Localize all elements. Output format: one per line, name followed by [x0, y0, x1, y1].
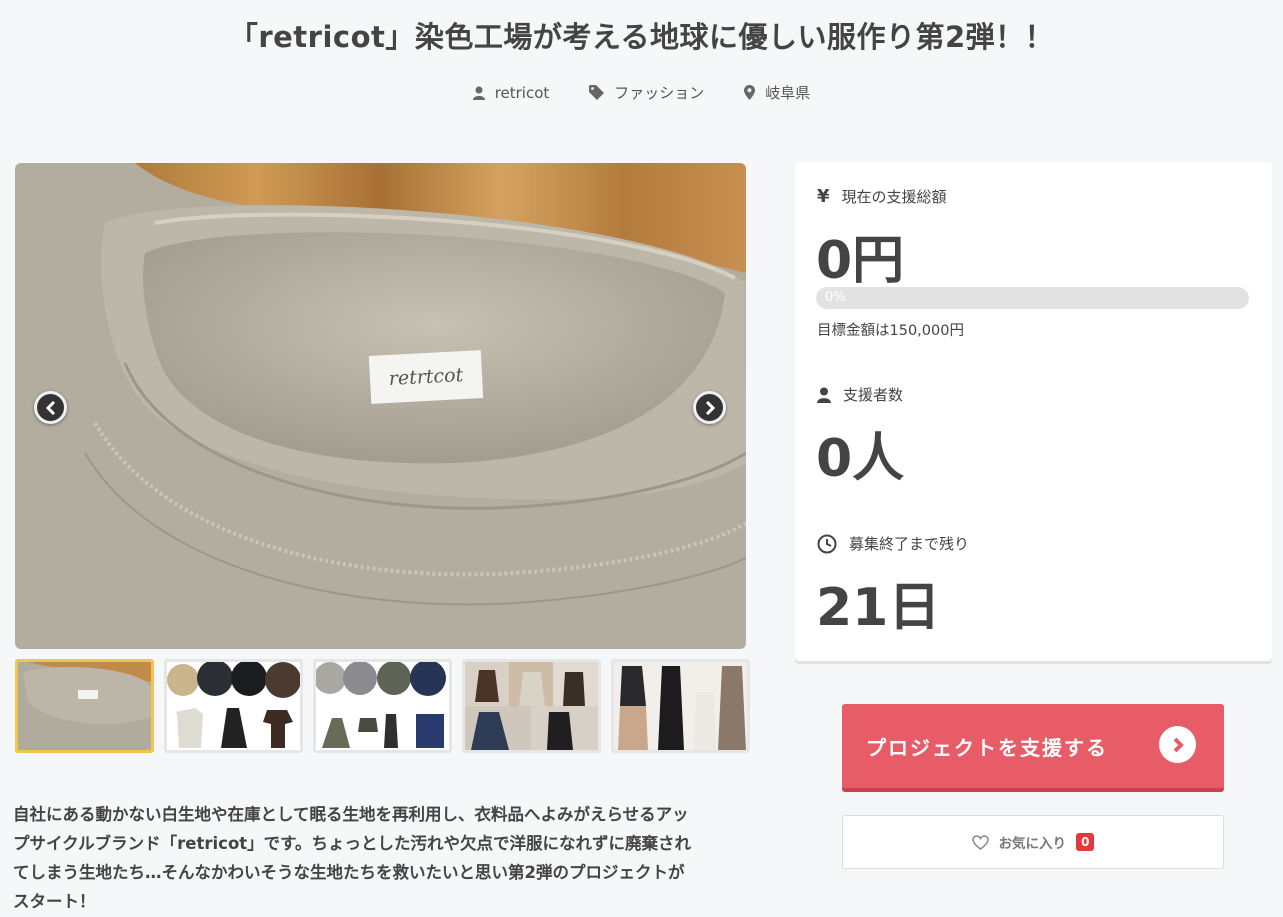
user-icon [472, 86, 485, 100]
svg-text:retrtcot: retrtcot [388, 364, 464, 390]
map-pin-icon [744, 85, 756, 100]
clock-icon [817, 534, 837, 553]
funding-progress-bar: 0% [816, 287, 1249, 309]
thumbnail-strip [15, 659, 750, 753]
remaining-days: 21日 [816, 578, 941, 638]
description-line: てしまう生地たち…そんなかわいそうな生地たちを救いたいと思い第2弾のプロジェクト… [13, 863, 685, 882]
location-link[interactable]: 岐阜県 [744, 82, 810, 103]
thumbnail-5[interactable] [611, 659, 750, 753]
total-amount: 0円 [816, 231, 905, 291]
favorite-count-badge: 0 [1076, 833, 1095, 851]
thumbnail-image [614, 662, 747, 750]
chevron-right-icon [705, 400, 715, 415]
thumbnail-4[interactable] [462, 659, 601, 753]
favorite-label: お気に入り [998, 836, 1067, 852]
description-line: プサイクルブランド「retricot」です。ちょっとした汚れや欠点で洋服になれず… [13, 834, 692, 853]
user-icon [817, 387, 831, 403]
remaining-label-row: 募集終了まで残り [817, 533, 969, 554]
category-name: ファッション [614, 84, 705, 102]
thumbnail-3[interactable] [313, 659, 452, 753]
main-project-image[interactable]: retrtcot [15, 163, 746, 649]
gallery-next-button[interactable] [693, 391, 726, 424]
page-title: 「retricot」染色工場が考える地球に優しい服作り第2弾！！ [228, 20, 1055, 54]
chevron-left-icon [45, 400, 55, 415]
funding-stats-card: ¥ 現在の支援総額 0円 0% 目標金額は150,000円 支援者数 0人 募集… [795, 162, 1272, 661]
thumbnail-image [18, 662, 151, 750]
project-description: 自社にある動かない白生地や在庫として眠る生地を再利用し、衣料品へよみがえらせるア… [13, 800, 753, 916]
thumbnail-image [316, 662, 449, 750]
sweatshirt-photo: retrtcot [15, 163, 746, 649]
project-meta: retricot ファッション 岐阜県 [0, 82, 1283, 103]
goal-amount: 目標金額は150,000円 [817, 323, 964, 339]
chevron-right-circle-icon [1159, 726, 1196, 763]
support-button-label: プロジェクトを支援する [866, 735, 1108, 760]
gallery-prev-button[interactable] [34, 391, 67, 424]
thumbnail-2[interactable] [164, 659, 303, 753]
total-label: 現在の支援総額 [841, 188, 947, 206]
backers-label: 支援者数 [843, 386, 904, 404]
thumbnail-image [167, 662, 300, 750]
support-project-button[interactable]: プロジェクトを支援する [842, 704, 1224, 792]
yen-icon: ¥ [817, 186, 830, 207]
description-line: スタート！ [13, 892, 96, 911]
progress-percent: 0% [825, 290, 846, 305]
total-label-row: ¥ 現在の支援総額 [817, 186, 947, 207]
location-name: 岐阜県 [765, 84, 811, 102]
backers-label-row: 支援者数 [817, 384, 903, 405]
description-line: 自社にある動かない白生地や在庫として眠る生地を再利用し、衣料品へよみがえらせるア… [13, 805, 689, 824]
owner-name: retricot [494, 83, 550, 102]
remaining-label: 募集終了まで残り [849, 535, 970, 553]
backers-count: 0人 [816, 429, 905, 489]
category-link[interactable]: ファッション [589, 82, 704, 103]
owner-link[interactable]: retricot [472, 82, 550, 103]
favorite-button[interactable]: お気に入り 0 [842, 815, 1224, 869]
thumbnail-1[interactable] [15, 659, 154, 753]
tag-icon [589, 85, 605, 100]
heart-icon [971, 834, 989, 850]
thumbnail-image [465, 662, 598, 750]
